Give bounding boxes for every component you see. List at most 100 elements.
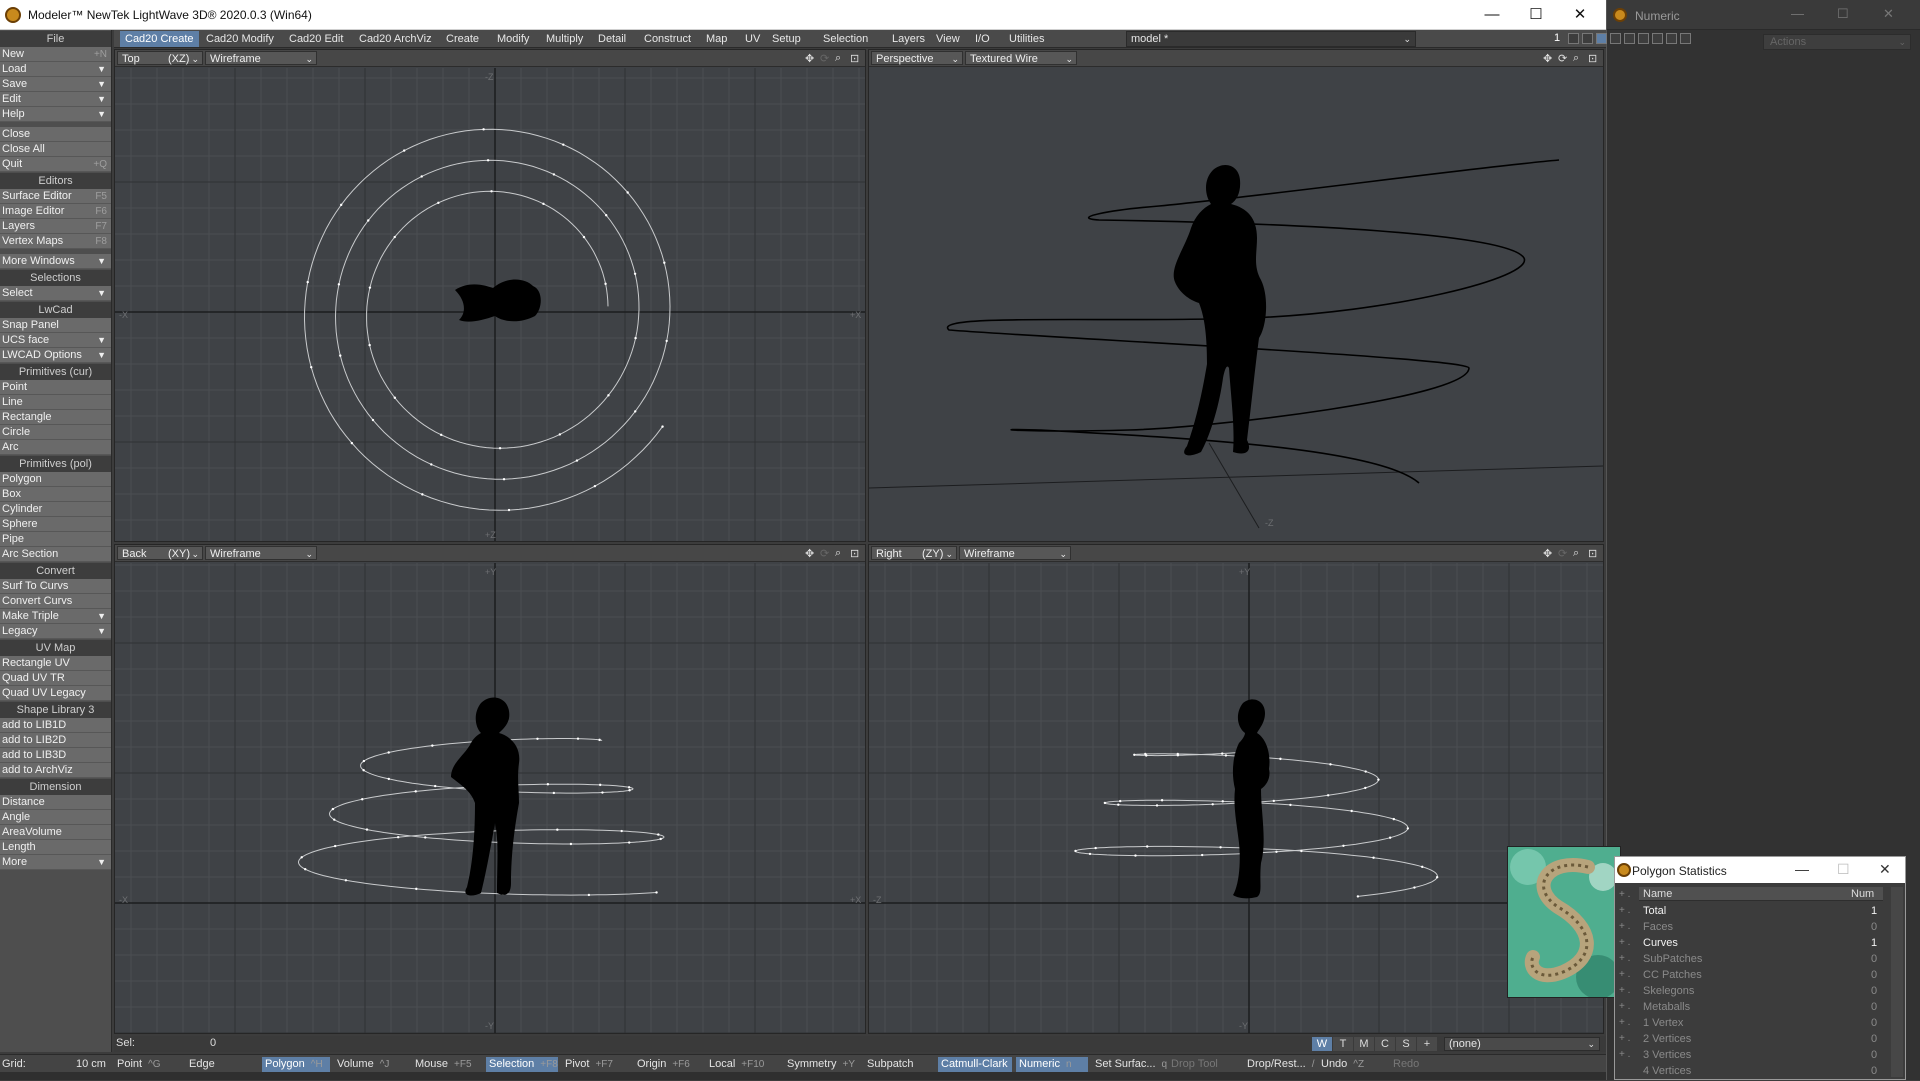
sidebar-item-more[interactable]: More ▼ <box>0 855 111 870</box>
sidebar-item-image-editor[interactable]: Image Editor F6 <box>0 204 111 219</box>
sidebar-item-surf-to-curvs[interactable]: Surf To Curvs <box>0 579 111 594</box>
layer-box[interactable] <box>1680 33 1691 44</box>
sidebar-item-layers[interactable]: Layers F7 <box>0 219 111 234</box>
tab-multiply[interactable]: Multiply <box>541 31 588 47</box>
sidebar-item-circle[interactable]: Circle <box>0 425 111 440</box>
view-mode-button-m[interactable]: M <box>1354 1037 1374 1051</box>
tab-view[interactable]: View <box>931 31 965 47</box>
close-button[interactable]: ✕ <box>1883 6 1894 22</box>
view-mode-button-c[interactable]: C <box>1375 1037 1395 1051</box>
render-mode-select[interactable]: Wireframe ⌄ <box>959 546 1071 560</box>
sidebar-item-select[interactable]: Select ▼ <box>0 286 111 301</box>
tab-map[interactable]: Map <box>701 31 732 47</box>
maximize-button[interactable]: ☐ <box>1514 0 1558 30</box>
move-view-icon[interactable]: ✥ <box>1543 547 1552 560</box>
sidebar-item-arc-section[interactable]: Arc Section <box>0 547 111 562</box>
status-button-polygon[interactable]: Polygon ^H <box>262 1057 330 1072</box>
sidebar-item-ucs-face[interactable]: UCS face ▼ <box>0 333 111 348</box>
stats-scrollbar[interactable] <box>1891 887 1903 1077</box>
tab-selection[interactable]: Selection <box>818 31 873 47</box>
status-button-point[interactable]: Point ^G <box>114 1057 182 1072</box>
tab-cad20-create[interactable]: Cad20 Create <box>120 31 199 47</box>
status-button-set-surfac-[interactable]: Set Surfac... q <box>1092 1057 1167 1072</box>
tab-cad20-archviz[interactable]: Cad20 ArchViz <box>354 31 437 47</box>
maximize-viewport-icon[interactable]: ⊡ <box>1588 52 1597 65</box>
viewport-back[interactable]: Back (XY) ⌄ Wireframe ⌄ ✥ ⟳ ⌕ ⊡ -X +X +Y -Y <box>114 544 866 1034</box>
view-type-select[interactable]: Back (XY) ⌄ <box>117 546 203 560</box>
status-button-drop-rest-[interactable]: Drop/Rest... / <box>1244 1057 1314 1072</box>
tab-uv[interactable]: UV <box>740 31 765 47</box>
layer-box[interactable] <box>1568 33 1579 44</box>
tab-utilities[interactable]: Utilities <box>1004 31 1049 47</box>
sidebar-item-make-triple[interactable]: Make Triple ▼ <box>0 609 111 624</box>
sidebar-item-rectangle-uv[interactable]: Rectangle UV <box>0 656 111 671</box>
zoom-icon[interactable]: ⌕ <box>1573 52 1579 65</box>
actions-dropdown[interactable]: Actions ⌄ <box>1763 34 1911 50</box>
status-button-numeric[interactable]: Numeric n <box>1016 1057 1088 1072</box>
status-button-catmull-clark[interactable]: Catmull-Clark <box>938 1057 1012 1072</box>
move-view-icon[interactable]: ✥ <box>1543 52 1552 65</box>
sidebar-item-lwcad-options[interactable]: LWCAD Options ▼ <box>0 348 111 363</box>
layer-box[interactable] <box>1638 33 1649 44</box>
minimize-button[interactable]: — <box>1791 6 1804 21</box>
minimize-button[interactable]: — <box>1795 861 1809 877</box>
view-mode-button-w[interactable]: W <box>1312 1037 1332 1051</box>
table-row[interactable]: 1 Vertex 0 <box>1639 1015 1883 1031</box>
sidebar-item-point[interactable]: Point <box>0 380 111 395</box>
status-button-subpatch[interactable]: Subpatch <box>864 1057 934 1072</box>
sidebar-item-distance[interactable]: Distance <box>0 795 111 810</box>
sidebar-item-vertex-maps[interactable]: Vertex Maps F8 <box>0 234 111 249</box>
sidebar-item-box[interactable]: Box <box>0 487 111 502</box>
vertex-map-select[interactable]: (none) ⌄ <box>1444 1037 1600 1051</box>
status-button-mouse[interactable]: Mouse +F5 <box>412 1057 482 1072</box>
sidebar-item-snap-panel[interactable]: Snap Panel <box>0 318 111 333</box>
status-button-volume[interactable]: Volume ^J <box>334 1057 406 1072</box>
sidebar-item-edit[interactable]: Edit ▼ <box>0 92 111 107</box>
status-button-origin[interactable]: Origin +F6 <box>634 1057 702 1072</box>
view-type-select[interactable]: Perspective ⌄ <box>871 51 963 65</box>
sidebar-item-help[interactable]: Help ▼ <box>0 107 111 122</box>
maximize-button[interactable]: ☐ <box>1837 861 1850 878</box>
maximize-viewport-icon[interactable]: ⊡ <box>850 52 859 65</box>
status-button-drop-tool[interactable]: Drop Tool <box>1168 1057 1240 1072</box>
minimize-button[interactable]: — <box>1470 0 1514 30</box>
render-mode-select[interactable]: Textured Wire ⌄ <box>965 51 1077 65</box>
status-button-symmetry[interactable]: Symmetry +Y <box>784 1057 860 1072</box>
rotate-view-icon[interactable]: ⟳ <box>1558 52 1567 65</box>
render-mode-select[interactable]: Wireframe ⌄ <box>205 51 317 65</box>
sidebar-item-angle[interactable]: Angle <box>0 810 111 825</box>
table-row[interactable]: Total 1 <box>1639 903 1883 919</box>
layer-box[interactable] <box>1624 33 1635 44</box>
layer-box[interactable] <box>1652 33 1663 44</box>
table-row[interactable]: Metaballs 0 <box>1639 999 1883 1015</box>
sidebar-item-quad-uv-tr[interactable]: Quad UV TR <box>0 671 111 686</box>
zoom-icon[interactable]: ⌕ <box>835 547 841 560</box>
close-button[interactable]: ✕ <box>1558 0 1602 30</box>
tab-construct[interactable]: Construct <box>639 31 696 47</box>
table-row[interactable]: Curves 1 <box>1639 935 1883 951</box>
zoom-icon[interactable]: ⌕ <box>835 52 841 65</box>
rotate-view-icon[interactable]: ⟳ <box>820 547 829 560</box>
status-button-local[interactable]: Local +F10 <box>706 1057 778 1072</box>
sidebar-item-add-to-lib3d[interactable]: add to LIB3D <box>0 748 111 763</box>
status-button-edge[interactable]: Edge <box>186 1057 256 1072</box>
status-button-undo[interactable]: Undo ^Z <box>1318 1057 1386 1072</box>
tab-cad20-modify[interactable]: Cad20 Modify <box>201 31 279 47</box>
table-row[interactable]: 2 Vertices 0 <box>1639 1031 1883 1047</box>
table-row[interactable]: Skelegons 0 <box>1639 983 1883 999</box>
sidebar-item-length[interactable]: Length <box>0 840 111 855</box>
sidebar-item-load[interactable]: Load ▼ <box>0 62 111 77</box>
layer-box[interactable] <box>1666 33 1677 44</box>
table-row[interactable]: Faces 0 <box>1639 919 1883 935</box>
sidebar-item-close-all[interactable]: Close All <box>0 142 111 157</box>
rotate-view-icon[interactable]: ⟳ <box>820 52 829 65</box>
layer-box[interactable] <box>1582 33 1593 44</box>
sidebar-item-cylinder[interactable]: Cylinder <box>0 502 111 517</box>
zoom-icon[interactable]: ⌕ <box>1573 547 1579 560</box>
table-row[interactable]: 3 Vertices 0 <box>1639 1047 1883 1063</box>
sidebar-item-quad-uv-legacy[interactable]: Quad UV Legacy <box>0 686 111 701</box>
sidebar-item-rectangle[interactable]: Rectangle <box>0 410 111 425</box>
maximize-viewport-icon[interactable]: ⊡ <box>1588 547 1597 560</box>
tab-detail[interactable]: Detail <box>593 31 631 47</box>
sidebar-item-line[interactable]: Line <box>0 395 111 410</box>
